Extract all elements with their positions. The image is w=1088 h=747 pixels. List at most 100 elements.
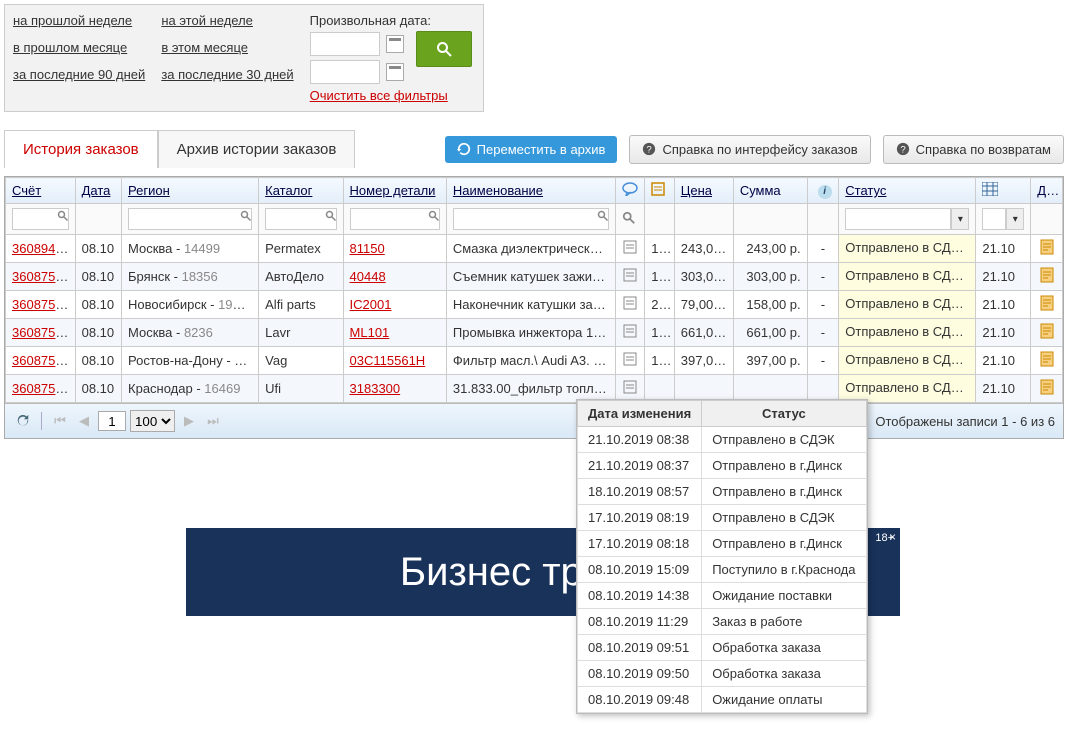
header-doc[interactable]: Доку xyxy=(1031,178,1063,204)
help-interface-button[interactable]: ? Справка по интерфейсу заказов xyxy=(629,135,870,164)
cell-qty: 1/0 xyxy=(645,319,675,347)
part-link[interactable]: 03C115561H xyxy=(350,353,426,368)
header-name[interactable]: Наименование xyxy=(446,178,615,204)
move-to-archive-button[interactable]: Переместить в архив xyxy=(445,136,618,163)
tab-order-history[interactable]: История заказов xyxy=(4,130,158,168)
part-link[interactable]: 3183300 xyxy=(350,381,401,396)
filter-part-input[interactable] xyxy=(350,208,440,230)
filter-last-week[interactable]: на прошлой неделе xyxy=(13,13,145,28)
header-price[interactable]: Цена xyxy=(674,178,733,204)
filter-region-input[interactable] xyxy=(128,208,252,230)
popup-status: Обработка заказа xyxy=(702,635,866,661)
table-row[interactable]: 3608946308.10Москва - 14499Permatex81150… xyxy=(6,235,1063,263)
header-status[interactable]: Статус xyxy=(839,178,976,204)
header-part[interactable]: Номер детали xyxy=(343,178,446,204)
calendar-icon[interactable] xyxy=(386,35,404,53)
help-icon: ? xyxy=(642,142,656,156)
cell-status[interactable]: Отправлено в СДЭКi xyxy=(839,319,976,347)
cell-name: Фильтр масл.\ Audi A3. Seat… xyxy=(446,347,615,375)
cell-doc[interactable] xyxy=(1031,319,1063,347)
cell-doc[interactable] xyxy=(1031,263,1063,291)
doc-icon xyxy=(1040,295,1054,311)
search-icon xyxy=(57,210,69,222)
pager-summary: Отображены записи 1 - 6 из 6 xyxy=(875,414,1055,429)
cell-price: 243,00 р. xyxy=(674,235,733,263)
popup-date: 08.10.2019 15:09 xyxy=(578,557,702,583)
filter-date2-select[interactable]: ▾ xyxy=(982,208,1024,230)
filter-custom-dates: Произвольная дата: Очистить все фильтры xyxy=(310,13,448,103)
cell-doc[interactable] xyxy=(1031,235,1063,263)
filter-last-30[interactable]: за последние 30 дней xyxy=(161,67,293,82)
header-comment[interactable] xyxy=(615,178,645,204)
table-row[interactable]: 3608750208.10Краснодар - 16469Ufi3183300… xyxy=(6,375,1063,403)
cell-invoice[interactable] xyxy=(615,263,645,291)
tab-order-archive[interactable]: Архив истории заказов xyxy=(158,130,356,168)
filter-status-select[interactable]: ▾ xyxy=(845,208,969,230)
cell-invoice[interactable] xyxy=(615,291,645,319)
cell-date2: 21.10 xyxy=(976,319,1031,347)
search-icon[interactable] xyxy=(622,211,636,225)
cell-doc[interactable] xyxy=(1031,347,1063,375)
cell-status[interactable]: Отправлено в СДЭКi xyxy=(839,235,976,263)
filter-last-month[interactable]: в прошлом месяце xyxy=(13,40,145,55)
header-invoice[interactable] xyxy=(645,178,675,204)
popup-row: 08.10.2019 14:38Ожидание поставки xyxy=(578,583,867,609)
account-link[interactable]: 36087502 xyxy=(12,325,70,340)
header-date2[interactable] xyxy=(976,178,1031,204)
cell-invoice[interactable] xyxy=(615,347,645,375)
cell-status[interactable]: Отправлено в СДЭКi xyxy=(839,347,976,375)
cell-status[interactable]: Отправлено в СДЭКi xyxy=(839,263,976,291)
cell-doc[interactable] xyxy=(1031,291,1063,319)
header-region[interactable]: Регион xyxy=(122,178,259,204)
help-returns-button[interactable]: ? Справка по возвратам xyxy=(883,135,1064,164)
part-link[interactable]: 40448 xyxy=(350,269,386,284)
grid-icon xyxy=(982,182,998,196)
cell-sum: 661,00 р. xyxy=(733,319,807,347)
date-to-input[interactable] xyxy=(310,60,380,84)
cell-date: 08.10 xyxy=(75,235,121,263)
account-link[interactable]: 36087502 xyxy=(12,269,70,284)
popup-status: Ожидание поставки xyxy=(702,583,866,609)
cell-region: Краснодар - 16469 xyxy=(122,375,259,403)
table-row[interactable]: 3608750208.10Ростов-на-Дону - 17673Vag03… xyxy=(6,347,1063,375)
info-icon: i xyxy=(972,383,976,397)
close-icon[interactable]: × xyxy=(889,530,896,544)
account-link[interactable]: 36087502 xyxy=(12,297,70,312)
table-row[interactable]: 3608750208.10Москва - 8236LavrML101Промы… xyxy=(6,319,1063,347)
header-info[interactable]: i xyxy=(807,178,839,204)
cell-invoice[interactable] xyxy=(615,319,645,347)
filter-last-90[interactable]: за последние 90 дней xyxy=(13,67,145,82)
search-button[interactable] xyxy=(416,31,472,67)
pager-first[interactable]: ⏮ xyxy=(50,411,70,431)
pager-next[interactable]: ▶ xyxy=(179,411,199,431)
cell-doc[interactable] xyxy=(1031,375,1063,403)
account-link[interactable]: 36087502 xyxy=(12,381,70,396)
part-link[interactable]: IC2001 xyxy=(350,297,392,312)
calendar-icon[interactable] xyxy=(386,63,404,81)
part-link[interactable]: ML101 xyxy=(350,325,390,340)
cell-catalog: Alfi parts xyxy=(259,291,343,319)
account-link[interactable]: 36087502 xyxy=(12,353,70,368)
header-sum[interactable]: Сумма xyxy=(733,178,807,204)
header-account[interactable]: Счёт xyxy=(6,178,76,204)
pager-size-select[interactable]: 100 xyxy=(130,410,175,432)
cell-date2: 21.10 xyxy=(976,375,1031,403)
refresh-button[interactable] xyxy=(13,411,33,431)
date-from-input[interactable] xyxy=(310,32,380,56)
pager-last[interactable]: ⏭ xyxy=(203,411,223,431)
cell-status[interactable]: Отправлено в СДЭКi xyxy=(839,291,976,319)
clear-filters-link[interactable]: Очистить все фильтры xyxy=(310,88,448,103)
filter-this-month[interactable]: в этом месяце xyxy=(161,40,293,55)
pager-page-input[interactable] xyxy=(98,411,126,431)
part-link[interactable]: 81150 xyxy=(350,241,385,256)
filter-this-week[interactable]: на этой неделе xyxy=(161,13,293,28)
header-catalog[interactable]: Каталог xyxy=(259,178,343,204)
pager-prev[interactable]: ◀ xyxy=(74,411,94,431)
table-row[interactable]: 3608750208.10Брянск - 18356АвтоДело40448… xyxy=(6,263,1063,291)
header-date[interactable]: Дата xyxy=(75,178,121,204)
cell-invoice[interactable] xyxy=(615,235,645,263)
account-link[interactable]: 36089463 xyxy=(12,241,70,256)
filter-name-input[interactable] xyxy=(453,208,609,230)
invoice-icon xyxy=(623,240,637,254)
table-row[interactable]: 3608750208.10Новосибирск - 19661Alfi par… xyxy=(6,291,1063,319)
